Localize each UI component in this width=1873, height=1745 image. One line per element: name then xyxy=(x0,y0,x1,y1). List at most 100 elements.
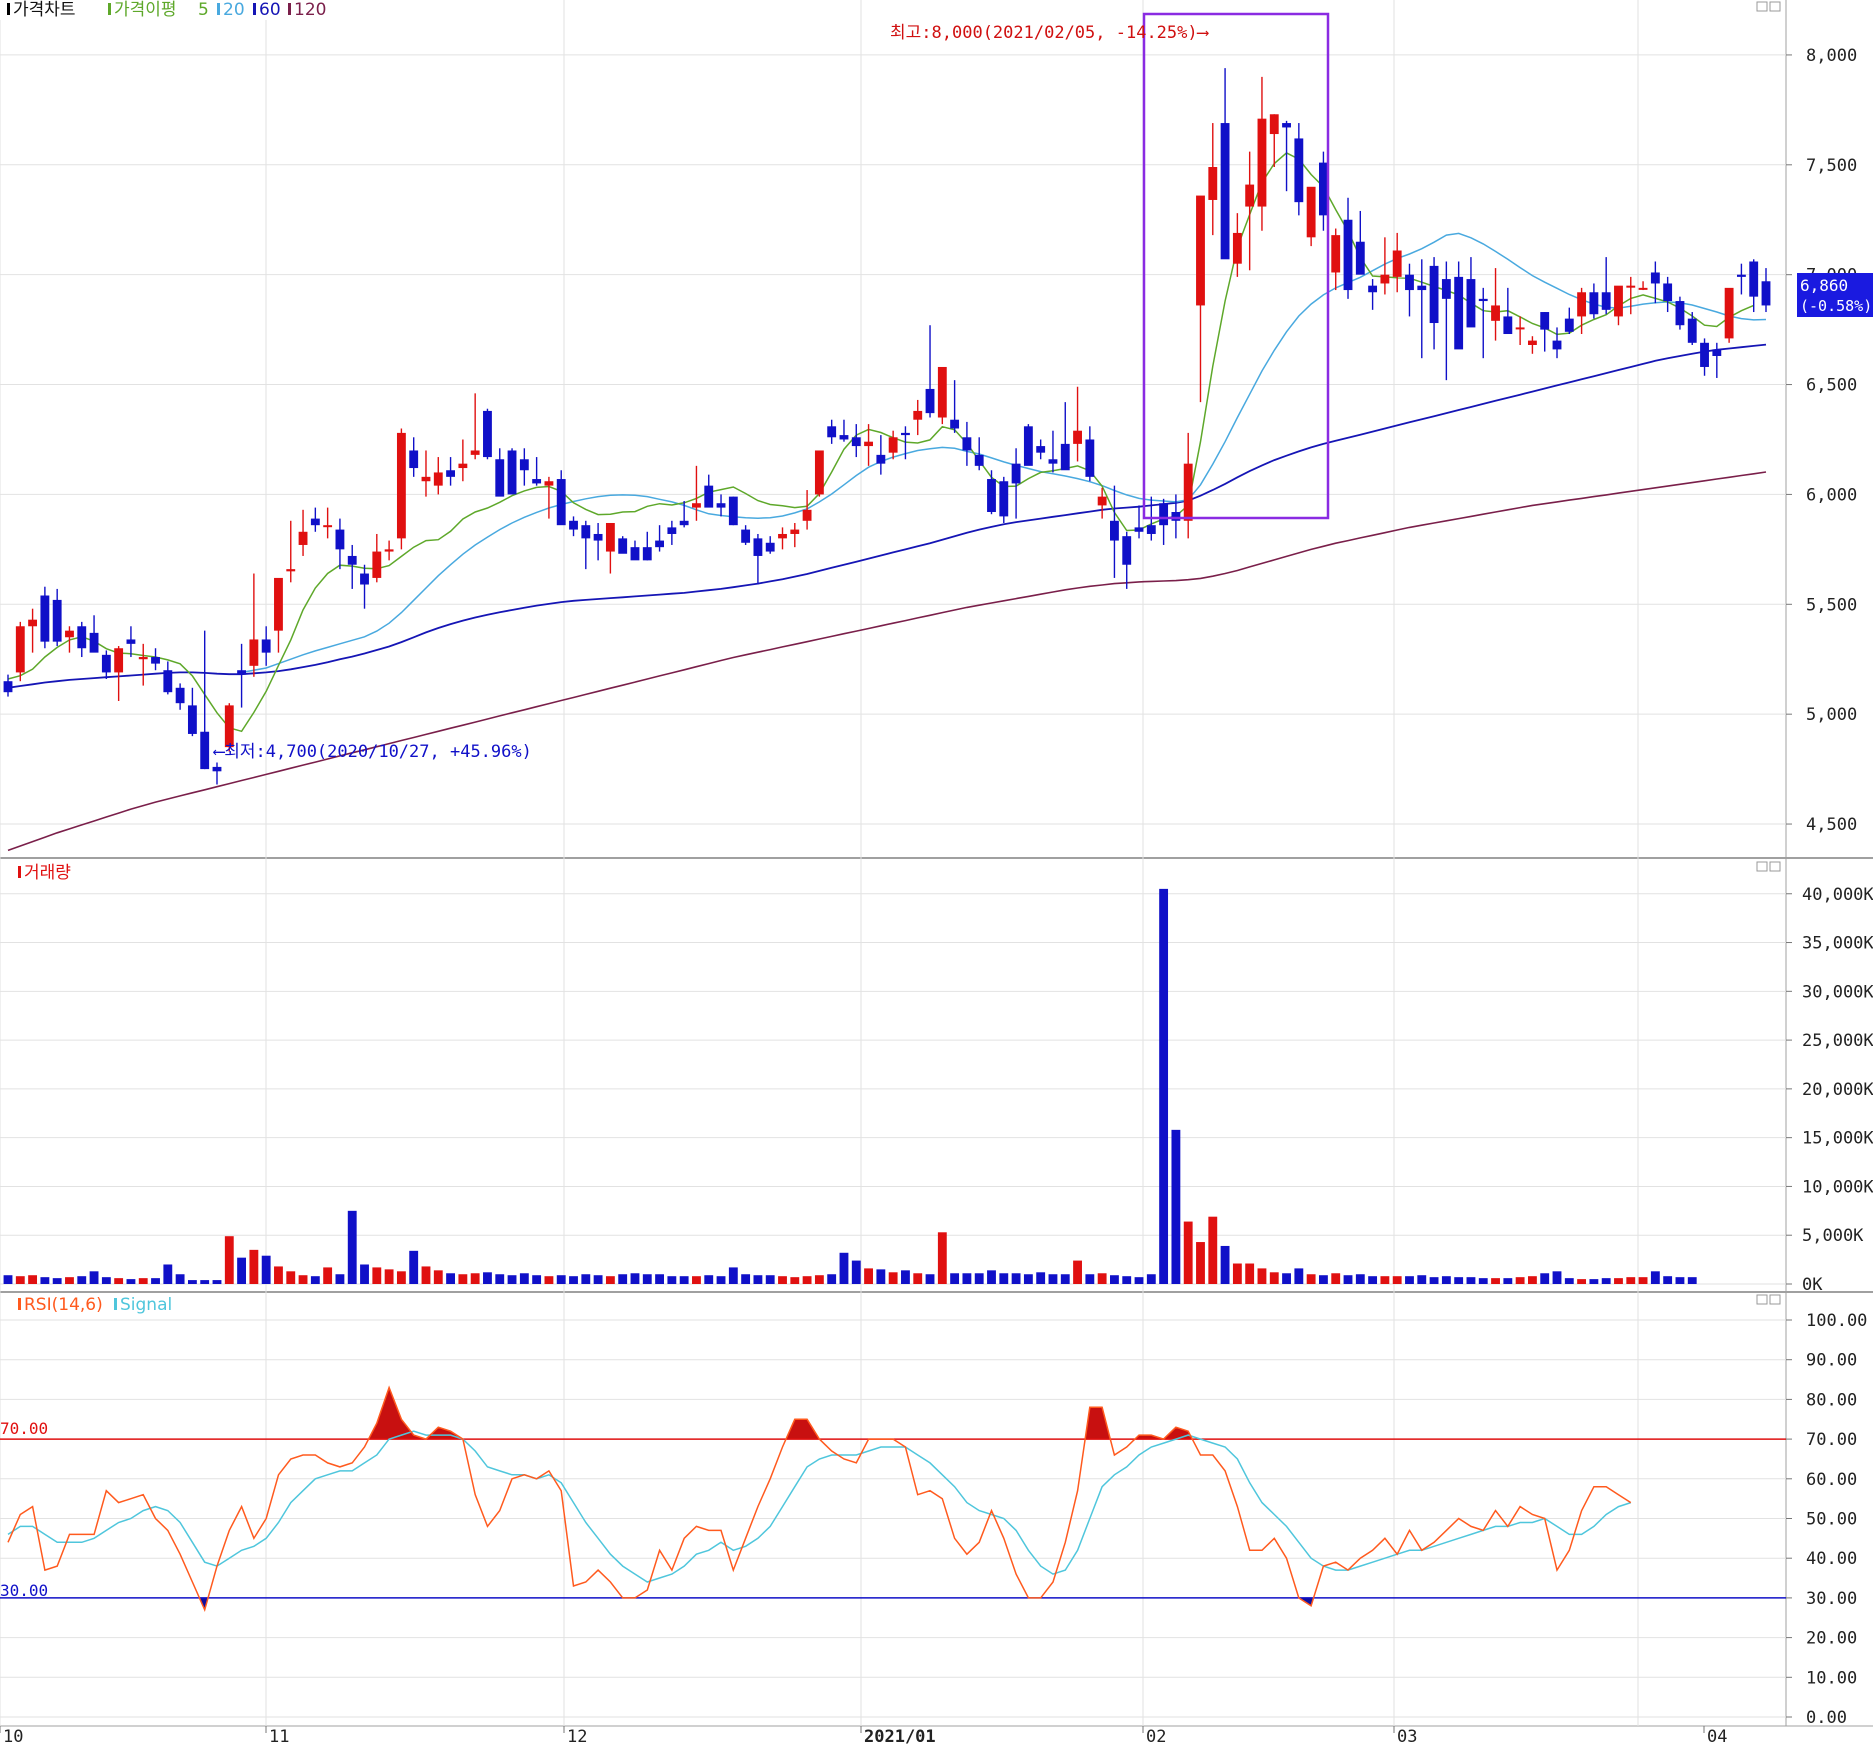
volume-bar xyxy=(187,1280,197,1284)
candle-body xyxy=(1429,265,1439,324)
volume-bar xyxy=(446,1273,455,1284)
candle-body xyxy=(89,632,99,653)
volume-panel-close-button[interactable] xyxy=(1769,861,1781,872)
legend-ma120: 120 xyxy=(294,0,326,20)
volume-bar xyxy=(1220,1245,1230,1284)
volume-bar xyxy=(1601,1278,1611,1284)
rsi-panel-close-button[interactable] xyxy=(1769,1294,1781,1305)
candle-body xyxy=(1023,426,1033,466)
volume-bar xyxy=(1441,1276,1451,1284)
volume-panel-minimize-button[interactable] xyxy=(1756,861,1768,872)
candle-body xyxy=(274,577,283,631)
volume-bar xyxy=(753,1275,763,1284)
candle-body xyxy=(753,538,763,556)
volume-bar xyxy=(1122,1276,1132,1284)
volume-bar xyxy=(1232,1263,1242,1284)
volume-bar xyxy=(716,1276,726,1284)
candle-body xyxy=(778,533,787,539)
candle-body xyxy=(974,454,984,466)
volume-bar xyxy=(126,1279,136,1284)
candle-body xyxy=(1110,520,1119,541)
candle-body xyxy=(1319,162,1328,216)
legend-ma20: 20 xyxy=(223,0,245,20)
ma20-path xyxy=(241,232,1767,674)
volume-bar xyxy=(913,1273,923,1284)
candle-body xyxy=(999,481,1009,517)
candle-body xyxy=(163,670,173,693)
candle-body xyxy=(360,573,369,585)
volume-bar xyxy=(298,1275,308,1284)
candle-body xyxy=(605,522,615,552)
candle-body xyxy=(335,529,345,550)
candle-body xyxy=(1749,261,1759,297)
candle-body xyxy=(1343,219,1353,291)
price-panel-minimize-button[interactable] xyxy=(1756,1,1768,12)
rsi-tick-label: 80.00 xyxy=(1806,1390,1857,1410)
candle-body xyxy=(642,547,652,561)
volume-bar xyxy=(347,1210,357,1284)
candle-body xyxy=(1663,283,1673,302)
candle-body xyxy=(1736,274,1746,277)
volume-bar xyxy=(1466,1277,1476,1284)
volume-bar xyxy=(495,1274,505,1284)
candle-body xyxy=(593,533,603,541)
price-tick-label: 8,000 xyxy=(1806,46,1857,66)
volume-bar xyxy=(421,1266,431,1284)
volume-bar xyxy=(1097,1273,1107,1284)
volume-bar xyxy=(1540,1273,1550,1284)
current-price-tag: 6,860 (-0.58%) xyxy=(1797,273,1873,317)
volume-bar xyxy=(802,1276,812,1284)
volume-bar xyxy=(556,1275,566,1284)
rsi-panel-minimize-button[interactable] xyxy=(1756,1294,1768,1305)
price-legend: 가격차트 가격이평 5 20 60 120 xyxy=(0,0,340,20)
volume-bar xyxy=(458,1274,468,1284)
price-panel: 최고:8,000(2021/02/05, -14.25%)⟶ ⟵최저:4,700… xyxy=(0,0,1873,852)
volume-bar xyxy=(1159,888,1169,1284)
candle-body xyxy=(1700,342,1709,367)
rsi-tick-label: 50.00 xyxy=(1806,1510,1857,1530)
candle-body xyxy=(1712,349,1722,356)
candle-body xyxy=(765,542,775,552)
volume-tick-label: 30,000K xyxy=(1802,982,1873,1002)
volume-bar xyxy=(692,1276,701,1284)
volume-bar xyxy=(1614,1278,1623,1284)
price-panel-close-button[interactable] xyxy=(1769,1,1781,12)
volume-bar xyxy=(1687,1277,1697,1284)
candle-body xyxy=(421,476,431,482)
price-tick-label: 6,000 xyxy=(1806,485,1857,505)
volume-bar xyxy=(1208,1216,1218,1284)
volume-bar xyxy=(1331,1273,1341,1284)
candle-body xyxy=(138,657,148,660)
rsi-legend: RSI(14,6) Signal xyxy=(18,1295,172,1315)
candle-body xyxy=(1491,305,1500,321)
candle-body xyxy=(1134,527,1144,532)
date-tick-label: 02 xyxy=(1146,1727,1166,1745)
volume-bar xyxy=(65,1277,74,1284)
ma120-path xyxy=(7,471,1767,852)
candle-body xyxy=(298,531,308,545)
candle-body xyxy=(1085,439,1095,477)
candle-body xyxy=(286,569,296,572)
rsi-tick-label: 100.00 xyxy=(1806,1311,1867,1331)
volume-tick-label: 25,000K xyxy=(1802,1031,1873,1051)
volume-bar xyxy=(937,1232,947,1284)
volume-axis: 40,000K 35,000K 30,000K 25,000K 20,000K 15,00… xyxy=(1786,885,1873,1295)
rsi-overbought-oversold-fill xyxy=(199,1387,1314,1610)
volume-bar xyxy=(642,1274,652,1284)
volume-bar xyxy=(1085,1274,1095,1284)
candle-body xyxy=(384,549,394,552)
volume-bar xyxy=(790,1277,800,1284)
candle-body xyxy=(679,520,689,526)
candle-body xyxy=(716,503,726,508)
candle-body xyxy=(28,619,38,627)
volume-bar xyxy=(1294,1268,1304,1284)
ma20-line xyxy=(241,232,1767,674)
volume-bar xyxy=(1110,1275,1119,1284)
candle-body xyxy=(1060,443,1070,471)
candle-body xyxy=(52,599,62,642)
candle-body xyxy=(1724,287,1734,339)
candle-body xyxy=(1294,138,1304,203)
volume-bar xyxy=(605,1276,615,1284)
volume-bar xyxy=(999,1273,1009,1284)
candle-body xyxy=(667,527,677,534)
